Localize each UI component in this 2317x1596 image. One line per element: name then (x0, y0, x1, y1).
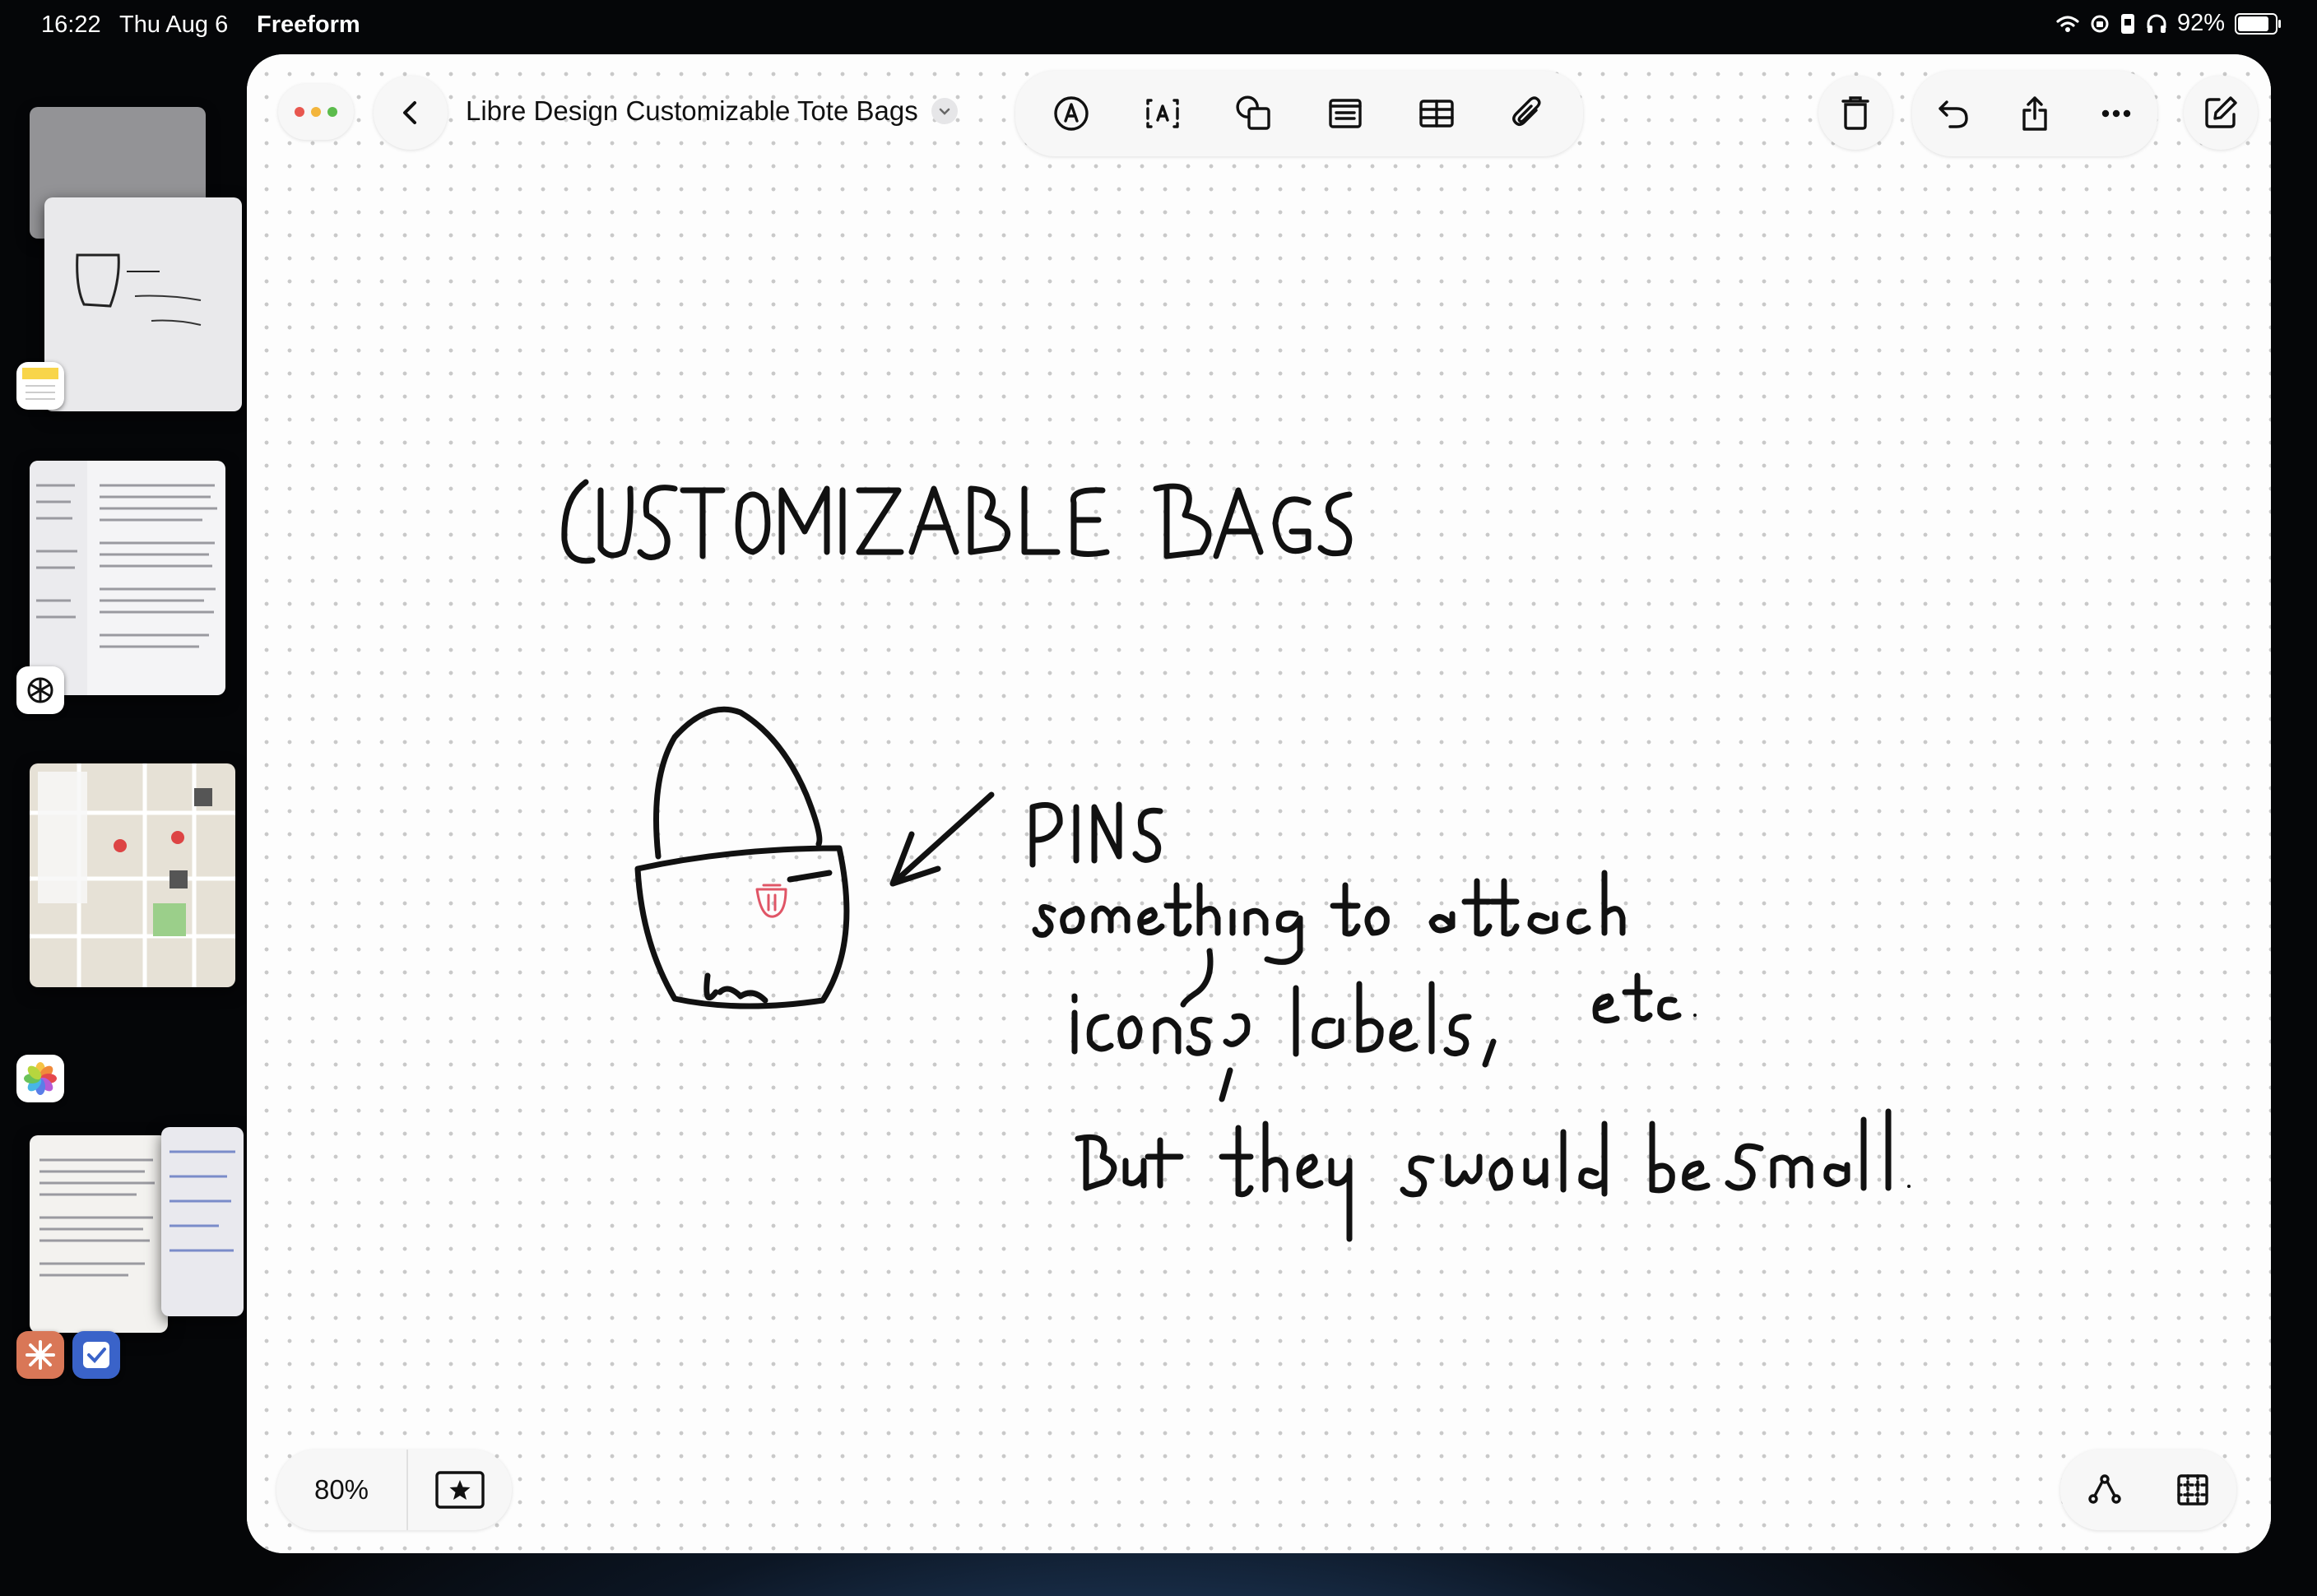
edit-actions (1912, 71, 2157, 156)
delete-button[interactable] (1818, 76, 1892, 150)
thumbnail-list (169, 1150, 235, 1252)
shapes-button[interactable] (1221, 81, 1287, 146)
share-icon (2022, 96, 2047, 131)
tote-bag-sketch (634, 706, 850, 1009)
window-dot-red[interactable] (295, 107, 304, 117)
more-button[interactable] (2083, 81, 2149, 146)
battery-icon (2235, 12, 2281, 35)
grid-icon (2176, 1474, 2208, 1506)
device-icon (2120, 13, 2134, 34)
recent-app-window-claude[interactable] (30, 1135, 168, 1333)
notes-app-icon[interactable] (16, 362, 64, 410)
freeform-window: Libre Design Customizable Tote Bags 80% (247, 54, 2271, 1553)
claude-app-icon[interactable] (16, 1331, 64, 1379)
active-app-name: Freeform (257, 12, 360, 38)
handwritten-line-but (1075, 1108, 1911, 1242)
pen-icon (1053, 96, 1089, 131)
thumbnail-text (39, 1158, 155, 1277)
grid-button[interactable] (2160, 1457, 2226, 1523)
recent-app-window-tasks[interactable] (161, 1127, 244, 1316)
checkbox-icon (83, 1342, 109, 1368)
recent-app-window-maps[interactable] (30, 763, 235, 987)
photos-app-icon[interactable] (16, 1055, 64, 1102)
handwritten-pins (1029, 801, 1163, 868)
wifi-icon (2056, 15, 2079, 32)
battery-percent: 92% (2176, 10, 2225, 36)
attachment-button[interactable] (1495, 81, 1561, 146)
board-title-button[interactable]: Libre Design Customizable Tote Bags (466, 90, 958, 132)
board-title: Libre Design Customizable Tote Bags (466, 95, 918, 126)
window-controls[interactable] (278, 84, 354, 140)
chevron-down-icon (931, 98, 958, 124)
photos-icon (24, 1062, 57, 1095)
window-dot-yellow[interactable] (311, 107, 321, 117)
connector-icon (2087, 1474, 2121, 1504)
attachment-icon (1511, 96, 1540, 126)
pen-tool-button[interactable] (1038, 81, 1104, 146)
orientation-lock-icon (2091, 15, 2109, 32)
new-board-button[interactable] (2184, 76, 2258, 150)
connectors-button[interactable] (2072, 1457, 2138, 1523)
headphones-icon (2147, 14, 2166, 33)
handwritten-heading (561, 479, 1353, 564)
view-controls (2060, 1450, 2236, 1530)
star-frame-icon (435, 1471, 485, 1509)
share-button[interactable] (2002, 81, 2068, 146)
thumbnail-map (30, 763, 235, 987)
more-icon (2102, 109, 2131, 118)
stage-manager-strip[interactable] (0, 90, 247, 1379)
zoom-controls: 80% (276, 1450, 512, 1530)
handwritten-line-icons (1071, 948, 1697, 1102)
shapes-icon (1235, 95, 1270, 130)
undo-icon (1938, 100, 1968, 128)
date: Thu Aug 6 (119, 12, 229, 38)
zoom-level: 80% (313, 1474, 369, 1505)
text-box-button[interactable] (1130, 81, 1196, 146)
table-button[interactable] (1404, 81, 1470, 146)
table-icon (1419, 100, 1454, 128)
chatgpt-icon (27, 677, 53, 703)
zoom-button[interactable]: 80% (276, 1450, 408, 1530)
window-dot-green[interactable] (327, 107, 337, 117)
pin-sketch (755, 884, 787, 918)
notes-icon (22, 368, 58, 400)
claude-icon (26, 1340, 55, 1370)
clock: 16:22 (41, 12, 101, 38)
trash-icon (1841, 96, 1869, 130)
recent-app-window-chatgpt[interactable] (30, 461, 225, 695)
recent-app-window-freeform[interactable] (44, 197, 242, 411)
undo-button[interactable] (1920, 81, 1986, 146)
back-button[interactable] (374, 76, 448, 150)
sticky-note-button[interactable] (1312, 81, 1378, 146)
insert-toolbar (1015, 71, 1583, 156)
chevron-left-icon (403, 101, 416, 124)
status-bar: 16:22 Thu Aug 6 Freeform 92% (0, 0, 2317, 53)
handwriting-layer[interactable] (247, 54, 2271, 1553)
chatgpt-app-icon[interactable] (16, 666, 64, 714)
favorites-button[interactable] (408, 1470, 512, 1510)
thumbnail-sketch (76, 253, 202, 326)
sticky-note-icon (1328, 99, 1362, 128)
handwritten-line-something (1032, 870, 1626, 965)
new-board-icon (2205, 96, 2237, 128)
thumbnail-text (30, 461, 217, 695)
tasks-app-icon[interactable] (72, 1331, 120, 1379)
arrow-sketch (889, 791, 995, 887)
text-box-icon (1145, 99, 1179, 128)
